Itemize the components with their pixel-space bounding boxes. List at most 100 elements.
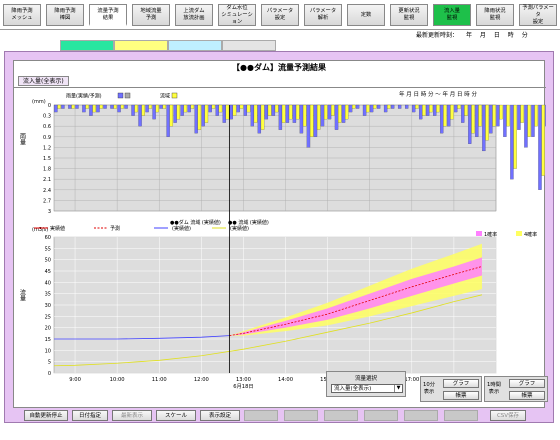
bottom-button-4[interactable]: 表示設定 <box>200 410 240 421</box>
flow-x-tick-label: 14:00 <box>278 377 293 383</box>
rain-bar-actual <box>433 104 437 116</box>
rain-bar-actual <box>166 104 170 137</box>
rain-bar-basin <box>352 104 356 109</box>
rain-bar-basin <box>267 104 272 116</box>
rain-bar-basin <box>506 104 510 127</box>
rain-bar-actual <box>369 104 374 113</box>
flow-x-tick-label: 12:00 <box>194 377 209 383</box>
rain-bar-actual <box>236 104 240 113</box>
rain-bar-basin <box>281 104 286 123</box>
color-tab-3[interactable] <box>222 40 276 51</box>
rain-legend-swatch <box>117 92 124 99</box>
rain-bar-actual <box>180 104 184 116</box>
flow-select[interactable]: 流入量(全表示) ▼ <box>331 384 403 393</box>
rain-bar-basin <box>387 104 391 109</box>
nav-tab-11[interactable]: 降雨状況 監視 <box>476 4 514 26</box>
rain-bar-basin <box>92 104 96 113</box>
rain-bar-actual <box>82 104 86 113</box>
rain-bar-basin <box>309 104 314 137</box>
nav-tab-10[interactable]: 流入量 監視 <box>433 4 471 26</box>
color-tab-1[interactable] <box>114 40 168 51</box>
flow-tick-label: 10 <box>45 348 51 354</box>
nav-tab-9[interactable]: 更新状況 監視 <box>390 4 428 26</box>
color-tab-0[interactable] <box>60 40 114 51</box>
rain-bar-actual <box>194 104 198 134</box>
mode-10min-label: 10分 表示 <box>423 382 436 395</box>
flow-select-label: 流量選択 <box>354 376 377 382</box>
rain-bar-actual <box>145 104 149 113</box>
flow-legend-label: 実績値 <box>50 225 65 232</box>
table-10min-button[interactable]: 帳票 <box>443 391 479 400</box>
flow-legend-label: 予測 <box>110 225 120 232</box>
rain-bar-basin <box>366 104 370 113</box>
flow-tick-label: 45 <box>45 269 51 275</box>
rain-bar-basin <box>415 104 419 109</box>
rain-bar-actual <box>306 104 311 148</box>
rain-bar-actual <box>376 104 381 109</box>
rain-bar-actual <box>510 104 514 180</box>
nav-tab-6[interactable]: パラメータ 設定 <box>261 4 299 26</box>
flow-legend-label-sub: (実績値) <box>230 225 249 232</box>
rain-bar-actual <box>292 104 297 123</box>
rain-bar-actual <box>68 104 72 109</box>
mode-1hour-group: 1時間 表示 グラフ 帳票 <box>484 376 548 402</box>
rain-bar-basin <box>85 104 89 109</box>
rain-bar-actual <box>355 104 360 109</box>
last-update-month: 月 <box>479 32 486 39</box>
bottom-button-9 <box>404 410 438 421</box>
rain-bar-basin <box>260 104 265 130</box>
flow-x-tick-label: 11:00 <box>152 377 167 383</box>
chevron-down-icon[interactable]: ▼ <box>394 385 402 392</box>
bottom-button-1[interactable]: 日付指定 <box>72 410 108 421</box>
rain-bar-actual <box>440 104 444 134</box>
rain-bar-basin <box>338 104 342 123</box>
mode-1hour-label: 1時間 表示 <box>487 382 501 395</box>
bottom-button-7 <box>324 410 358 421</box>
last-update-year: 年 <box>465 32 472 39</box>
bottom-button-0[interactable]: 自動更新停止 <box>24 410 68 421</box>
nav-tab-8[interactable]: 定数 <box>347 4 385 26</box>
rain-tick-label: 0.9 <box>43 135 51 141</box>
rain-bar-actual <box>341 104 346 123</box>
nav-tab-3[interactable]: 地域流量 予測 <box>132 4 170 26</box>
rain-bar-actual <box>383 104 388 113</box>
rain-bar-actual <box>173 104 177 123</box>
rain-bar-actual <box>524 104 528 148</box>
rain-bar-basin <box>295 104 300 120</box>
last-update-minute: 分 <box>521 32 528 39</box>
nav-tab-12[interactable]: 予測パラメータ 設定 <box>519 4 557 26</box>
rain-bar-actual <box>215 104 219 116</box>
nav-tab-1[interactable]: 降雨予測 棒図 <box>46 4 84 26</box>
bottom-button-11[interactable]: CSV保存 <box>490 410 526 421</box>
nav-tab-4[interactable]: 上流ダム 放流計画 <box>175 4 213 26</box>
bottom-button-8 <box>364 410 398 421</box>
band-legend-label: 4確率 <box>524 231 537 238</box>
rain-bar-basin <box>176 104 181 120</box>
rain-bar-actual <box>208 104 212 113</box>
time-range-header: 年 月 日 時 分 ～ 年 月 日 時 分 <box>399 90 477 98</box>
rain-bar-basin <box>120 104 124 109</box>
rain-bar-basin <box>155 104 159 113</box>
rain-bar-actual <box>503 104 507 137</box>
graph-1hour-button[interactable]: グラフ <box>509 379 545 388</box>
rain-bar-basin <box>134 104 138 113</box>
nav-tab-2[interactable]: 流量予測 結果 <box>89 4 127 26</box>
nav-tab-7[interactable]: パラメータ 解析 <box>304 4 342 26</box>
rain-bar-actual <box>412 104 416 113</box>
bottom-button-3[interactable]: スケール <box>156 410 196 421</box>
graph-10min-button[interactable]: グラフ <box>443 379 479 388</box>
nav-tab-5[interactable]: ダム水位 シミュレーション <box>218 4 256 26</box>
nav-tab-0[interactable]: 降雨予測 メッシュ <box>3 4 41 26</box>
rain-bar-actual <box>517 104 521 130</box>
rain-bar-basin <box>141 104 145 116</box>
table-1hour-button[interactable]: 帳票 <box>509 391 545 400</box>
rain-bar-actual <box>320 104 325 127</box>
flow-tick-label: 55 <box>45 246 51 252</box>
last-update-hour: 時 <box>507 32 514 39</box>
color-tab-2[interactable] <box>168 40 222 51</box>
bottom-button-2[interactable]: 最新表示 <box>112 410 152 421</box>
rain-bar-actual <box>138 104 142 127</box>
rain-bar-basin <box>316 104 321 130</box>
rain-bar-basin <box>99 104 103 109</box>
rain-bar-actual <box>426 104 430 116</box>
